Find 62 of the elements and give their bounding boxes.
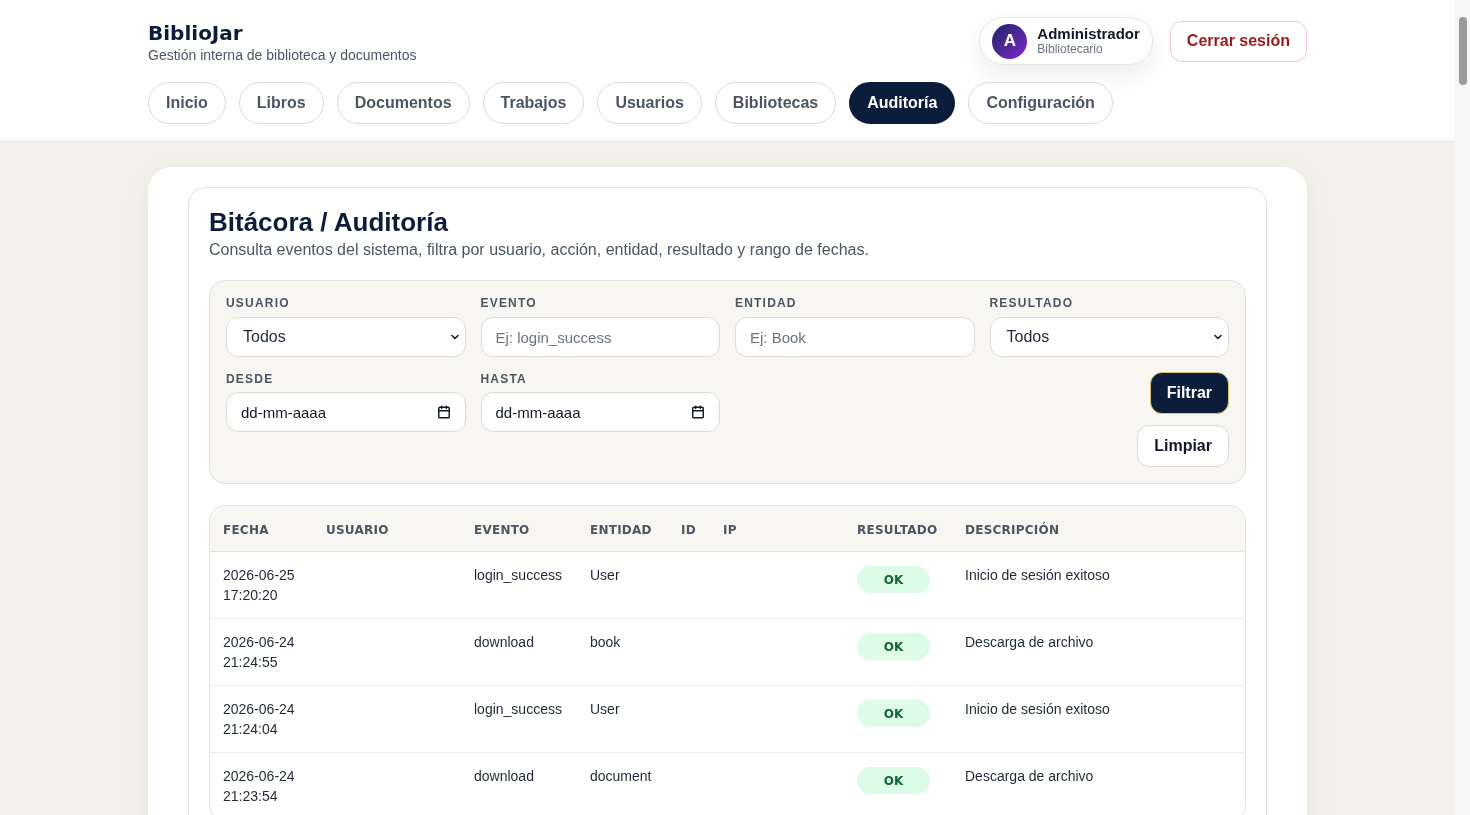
table-cell-text: 2026-06-24 21:23:54: [223, 767, 296, 806]
scrollbar[interactable]: [1455, 0, 1470, 815]
date-input[interactable]: dd-mm-aaaa: [480, 392, 720, 432]
clear-button[interactable]: Limpiar: [1137, 425, 1229, 467]
nav-tab[interactable]: Inicio: [148, 82, 226, 124]
table-cell-text: 2026-06-24 21:24:55: [223, 633, 296, 672]
calendar-icon[interactable]: [691, 405, 705, 419]
table-cell: login_success: [474, 567, 562, 583]
status-badge: OK: [857, 700, 930, 727]
text-input[interactable]: Ej: login_success: [480, 317, 720, 357]
table-cell: Inicio de sesión exitoso: [965, 567, 1110, 583]
column-header: FECHA: [223, 522, 269, 537]
nav-tab[interactable]: Documentos: [336, 82, 470, 124]
table-cell: User: [590, 701, 620, 717]
field-label: DESDE: [226, 372, 275, 387]
user-name: Administrador: [1037, 26, 1140, 42]
text-input[interactable]: Ej: Book: [735, 317, 975, 357]
brand-name: BiblioJar: [148, 21, 244, 45]
column-header: IP: [723, 522, 737, 537]
page-subtitle: Consulta eventos del sistema, filtra por usuario, acción, entidad, resultado y rango de fechas.: [209, 240, 870, 260]
nav-tab[interactable]: Trabajos: [482, 82, 585, 124]
column-header: USUARIO: [326, 522, 389, 537]
column-header: DESCRIPCIÓN: [965, 522, 1060, 537]
select-field[interactable]: Todos: [989, 317, 1229, 357]
avatar: A: [992, 23, 1028, 59]
table-cell: User: [590, 567, 620, 583]
nav-tab[interactable]: Auditoría: [849, 82, 956, 124]
field-label: ENTIDAD: [735, 296, 798, 311]
column-header: RESULTADO: [857, 522, 938, 537]
status-badge: OK: [857, 566, 930, 593]
column-header: EVENTO: [474, 522, 530, 537]
table-cell: download: [474, 768, 534, 784]
logout-button[interactable]: Cerrar sesión: [1169, 20, 1307, 62]
status-badge: OK: [857, 633, 930, 660]
nav-tab[interactable]: Bibliotecas: [714, 82, 837, 124]
user-chip[interactable]: A Administrador Bibliotecario: [979, 17, 1153, 65]
nav-tab[interactable]: Usuarios: [597, 82, 702, 124]
table-cell: Descarga de archivo: [965, 634, 1094, 650]
column-header: ENTIDAD: [590, 522, 652, 537]
date-input[interactable]: dd-mm-aaaa: [226, 392, 466, 432]
nav-tab[interactable]: Libros: [238, 82, 324, 124]
table-cell: login_success: [474, 701, 562, 717]
brand-tagline: Gestión interna de biblioteca y documentos: [148, 46, 417, 64]
column-header: ID: [681, 522, 696, 537]
table-cell: document: [590, 768, 652, 784]
page-title: Bitácora / Auditoría: [209, 206, 449, 238]
status-badge: OK: [857, 767, 930, 794]
table-cell: Inicio de sesión exitoso: [965, 701, 1110, 717]
table-cell: book: [590, 634, 621, 650]
nav-tab[interactable]: Configuración: [968, 82, 1113, 124]
user-role: Bibliotecario: [1037, 42, 1104, 56]
field-label: HASTA: [480, 372, 528, 387]
field-label: RESULTADO: [989, 296, 1075, 311]
table-cell-text: 2026-06-24 21:24:04: [223, 700, 296, 739]
table-cell: download: [474, 634, 534, 650]
field-label: USUARIO: [226, 296, 291, 311]
calendar-icon[interactable]: [436, 405, 451, 419]
field-label: EVENTO: [480, 296, 538, 311]
table-cell-text: 2026-06-25 17:20:20: [223, 566, 296, 605]
filter-button[interactable]: Filtrar: [1149, 372, 1229, 414]
table-cell: Descarga de archivo: [965, 768, 1094, 784]
select-field[interactable]: Todos: [226, 317, 466, 357]
